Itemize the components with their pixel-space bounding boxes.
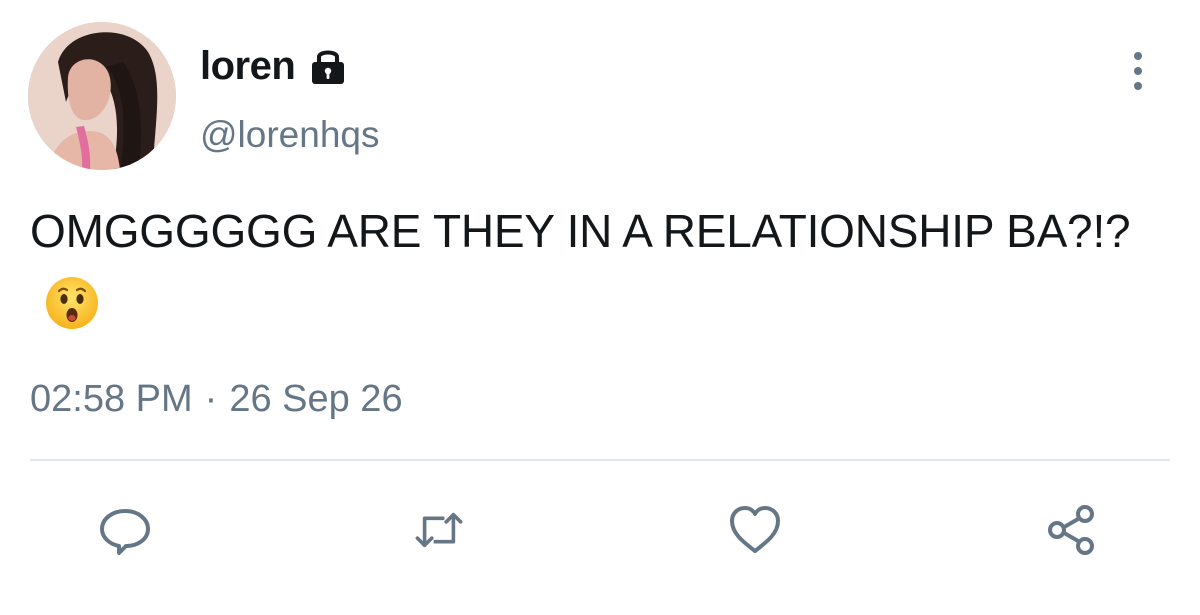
tweet-text-content: OMGGGGGG ARE THEY IN A RELATIONSHIP BA?!…: [30, 205, 1131, 257]
tweet-time[interactable]: 02:58 PM: [30, 378, 193, 421]
tweet-card: loren @lorenhqs OMGGGGGG ARE THEY IN A R…: [0, 0, 1200, 615]
reply-icon: [100, 509, 150, 555]
more-options-button[interactable]: [1118, 48, 1158, 94]
display-name[interactable]: loren: [200, 44, 296, 89]
share-icon: [1048, 505, 1094, 555]
divider: [30, 459, 1170, 461]
tweet-date[interactable]: 26 Sep 26: [229, 378, 402, 421]
lock-icon: [307, 46, 349, 86]
retweet-icon: [415, 512, 463, 548]
avatar-photo: [28, 22, 176, 170]
reply-button[interactable]: [98, 503, 152, 557]
tweet-meta: 02:58 PM · 26 Sep 26: [30, 378, 403, 421]
share-button[interactable]: [1044, 503, 1098, 557]
more-vertical-icon: [1134, 52, 1142, 60]
retweet-button[interactable]: [412, 503, 466, 557]
heart-icon: [730, 506, 780, 553]
avatar[interactable]: [28, 22, 176, 170]
like-button[interactable]: [728, 503, 782, 557]
name-row: loren: [200, 40, 349, 92]
hushed-face-emoji: [44, 275, 100, 331]
user-handle[interactable]: @lorenhqs: [200, 114, 380, 156]
meta-separator: ·: [204, 378, 218, 420]
tweet-text: OMGGGGGG ARE THEY IN A RELATIONSHIP BA?!…: [30, 196, 1180, 336]
